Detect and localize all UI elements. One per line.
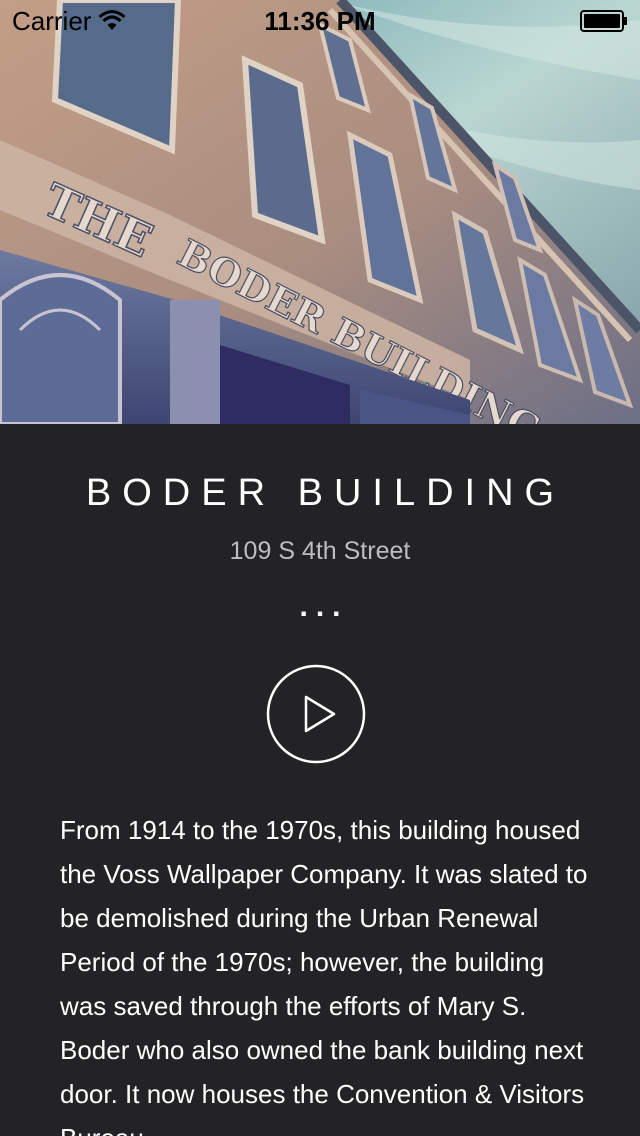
location-title: BODER BUILDING (85, 472, 566, 514)
clock: 11:36 PM (264, 6, 376, 36)
play-icon (266, 664, 366, 764)
play-audio-button[interactable] (266, 664, 366, 764)
status-bar: Carrier 11:36 PM (0, 0, 640, 40)
screen: THE BODER BUILDING Carrier 11:36 PM BODE… (0, 0, 640, 1136)
location-address: 109 S 4th Street (229, 537, 411, 565)
battery-icon (580, 10, 627, 32)
location-description: From 1914 to the 1970s, this building ho… (60, 815, 588, 1136)
more-ellipsis: ... (299, 590, 349, 623)
location-detail: BODER BUILDING 109 S 4th Street ... From… (0, 424, 640, 1136)
hero-image: THE BODER BUILDING (0, 0, 640, 424)
building-photo: THE BODER BUILDING (0, 0, 640, 424)
